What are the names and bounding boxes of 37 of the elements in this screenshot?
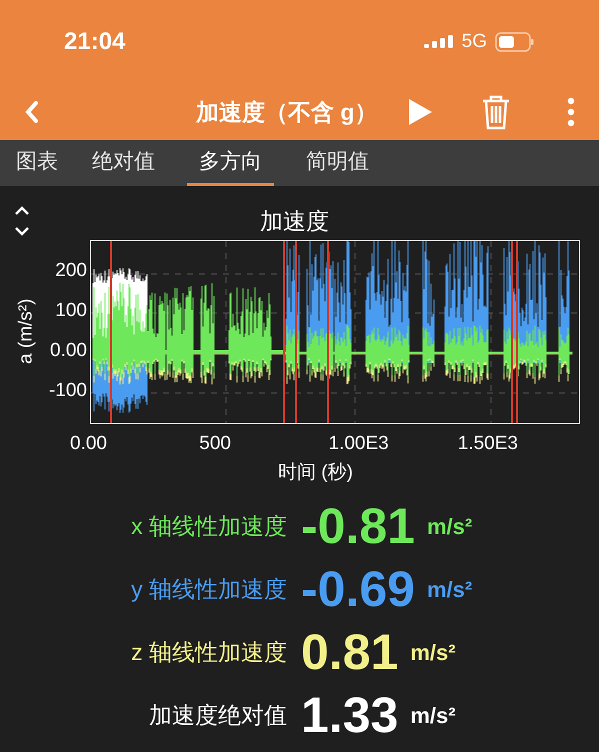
clock-time: 21:04 — [64, 27, 126, 57]
tab[interactable]: 图表 — [14, 140, 60, 186]
readout-value: -0.81 — [301, 497, 415, 556]
battery-icon — [495, 32, 535, 52]
readout-value: -0.69 — [301, 560, 415, 619]
x-tick-label: 1.50E3 — [458, 432, 519, 456]
x-tick-label: 0.00 — [70, 432, 108, 456]
readout-unit: m/s² — [410, 702, 456, 730]
readout-label: 加速度绝对值 — [148, 701, 287, 730]
readout-unit: m/s² — [426, 576, 472, 604]
tab[interactable]: 多方向 — [187, 140, 274, 186]
readout-value: 1.33 — [301, 686, 398, 745]
tab[interactable]: 绝对值 — [90, 140, 157, 186]
graph-title: 加速度 — [260, 206, 329, 236]
readout-label: y 轴线性加速度 — [130, 575, 287, 604]
y-tick-label: 100 — [55, 300, 87, 322]
back-icon — [24, 100, 40, 124]
x-axis-label: 时间 (秒) — [278, 460, 353, 484]
readout-label: z 轴线性加速度 — [130, 638, 287, 668]
toolbar-title: 加速度（不含 g） — [196, 98, 378, 127]
x-tick-label: 500 — [199, 432, 232, 456]
network-label: 5G — [462, 30, 487, 54]
readout-value: 0.81 — [301, 623, 398, 682]
signal-icon — [424, 34, 454, 50]
play-button[interactable] — [407, 98, 434, 126]
y-axis-label: a (m/s²) — [14, 298, 38, 364]
tab[interactable]: 简明值 — [304, 140, 371, 186]
y-tick-label: -100 — [48, 380, 87, 402]
delete-button[interactable] — [481, 94, 512, 130]
y-tick-label: 200 — [55, 260, 87, 282]
readout-label: x 轴线性加速度 — [130, 512, 287, 542]
y-tick-label: 0.00 — [50, 340, 87, 362]
readout-unit: m/s² — [426, 513, 472, 541]
readout-unit: m/s² — [410, 639, 456, 667]
expand-icon — [12, 204, 32, 238]
more-button[interactable] — [567, 97, 575, 127]
x-tick-label: 1.00E3 — [328, 432, 390, 456]
